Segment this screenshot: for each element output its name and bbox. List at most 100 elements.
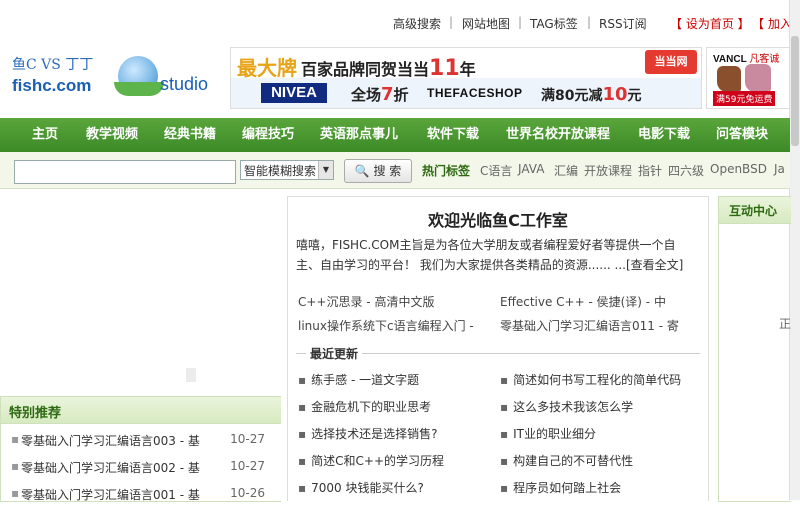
news-item[interactable]: ▪ 练手感 - 一道文字题	[298, 371, 419, 388]
intro-text: 嘻嘻，FISHC.COM主旨是为各位大学朋友或者编程爱好者等提供一个自主、自由学…	[296, 238, 676, 272]
add-favorite-link[interactable]: 【 加入	[752, 15, 792, 32]
news-item[interactable]: ▪ 简述C和C++的学习历程	[298, 452, 444, 469]
news-title: 练手感 - 一道文字题	[311, 373, 420, 387]
nav-item-english[interactable]: 英语那点事儿	[320, 118, 398, 152]
placeholder-mark	[186, 368, 196, 382]
news-title: 金融危机下的职业思考	[311, 400, 432, 414]
chevron-down-icon: ▼	[318, 161, 333, 179]
tag-ja[interactable]: Ja	[774, 162, 785, 176]
nav-item-books[interactable]: 经典书籍	[164, 118, 216, 152]
bullet-icon: ▪	[298, 454, 307, 468]
logo-studio: studio	[160, 74, 209, 94]
news-item[interactable]: ▪ 7000 块钱能买什么?	[298, 479, 424, 496]
nav-item-qa[interactable]: 问答模块	[716, 118, 768, 152]
special-recommend-panel: 特别推荐 ▪ 零基础入门学习汇编语言003 - 基 10-27 ▪ 零基础入门学…	[0, 396, 281, 502]
banner-ad[interactable]: 最大牌 百家品牌同贺当当11年 当当网 NIVEA 全场7折 THEFACESH…	[230, 47, 702, 109]
search-mode-select[interactable]: 智能模糊搜索 ▼	[240, 160, 334, 180]
news-item[interactable]: ▪ 构建自己的不可替代性	[500, 452, 633, 469]
bullet-icon: ▪	[298, 400, 307, 414]
search-input[interactable]	[14, 160, 236, 184]
search-button[interactable]: 🔍 搜 索	[344, 159, 412, 183]
boots-image	[717, 64, 775, 92]
tag-assembly[interactable]: 汇编	[554, 162, 578, 179]
featured-link[interactable]: 零基础入门学习汇编语言011 - 寄	[500, 317, 679, 334]
vancl-brand: VANCL 凡客诚	[713, 50, 779, 65]
hot-tags-label: 热门标签	[422, 164, 471, 178]
bullet-icon: ▪	[11, 432, 20, 446]
news-item[interactable]: ▪ 金融危机下的职业思考	[298, 398, 431, 415]
bullet-icon: ▪	[500, 454, 509, 468]
tag-java[interactable]: JAVA	[518, 162, 544, 176]
main-nav: 主页 教学视频 经典书籍 编程技巧 英语那点事儿 软件下载 世界名校开放课程 电…	[0, 118, 790, 152]
welcome-title: 欢迎光临鱼C工作室	[428, 211, 568, 230]
truncated-text: 正	[779, 317, 792, 331]
nav-item-open-courses[interactable]: 世界名校开放课程	[506, 118, 610, 152]
bullet-icon: ▪	[298, 427, 307, 441]
welcome-panel: 欢迎光临鱼C工作室 嘻嘻，FISHC.COM主旨是为各位大学朋友或者编程爱好者等…	[287, 196, 709, 501]
list-item[interactable]: ▪ 零基础入门学习汇编语言003 - 基 10-27	[11, 432, 271, 452]
tag-openbsd[interactable]: OpenBSD	[710, 162, 767, 176]
search-mode-value: 智能模糊搜索	[244, 164, 317, 178]
list-item-title[interactable]: 零基础入门学习汇编语言002 - 基	[21, 459, 200, 476]
news-item[interactable]: ▪ 简述如何书写工程化的简单代码	[500, 371, 681, 388]
tag-open-courses[interactable]: 开放课程	[584, 162, 632, 179]
interaction-center-header: 互动中心	[719, 197, 791, 224]
tag-c-language[interactable]: C语言	[480, 162, 512, 179]
news-item[interactable]: ▪ 这么多技术我该怎么学	[500, 398, 633, 415]
list-item-title[interactable]: 零基础入门学习汇编语言001 - 基	[21, 486, 200, 503]
news-title: 构建自己的不可替代性	[513, 454, 634, 468]
bullet-icon: ▪	[500, 481, 509, 495]
offer1-prefix: 全场	[351, 86, 382, 104]
featured-link[interactable]: linux操作系统下c语言编程入门 -	[298, 317, 474, 334]
news-title: 简述C和C++的学习历程	[311, 454, 445, 468]
nav-item-videos[interactable]: 教学视频	[86, 118, 138, 152]
tag-link[interactable]: TAG标签	[530, 15, 578, 32]
bullet-icon: ▪	[298, 373, 307, 387]
offer-rebate: 满80元减10元	[541, 84, 642, 105]
separator: |	[449, 15, 454, 29]
nav-item-movies[interactable]: 电影下载	[638, 118, 690, 152]
logo-domain: fishc.com	[12, 76, 92, 95]
bullet-icon: ▪	[11, 486, 20, 500]
separator: |	[518, 15, 523, 29]
dangdang-logo: 当当网	[645, 50, 697, 74]
interaction-center-panel: 互动中心 正	[718, 196, 791, 502]
nav-item-tips[interactable]: 编程技巧	[242, 118, 294, 152]
banner-brand: 最大牌	[237, 56, 297, 80]
set-homepage-link[interactable]: 【 设为首页 】	[670, 15, 750, 32]
news-item[interactable]: ▪ 选择技术还是选择销售?	[298, 425, 438, 442]
rss-link[interactable]: RSS订阅	[599, 15, 647, 32]
slogan-prefix: 百家品牌同贺当当	[301, 60, 430, 79]
faceshop-logo: THEFACESHOP	[427, 86, 523, 100]
advanced-search-link[interactable]: 高级搜索	[393, 15, 441, 32]
grass-icon	[114, 82, 164, 96]
list-item[interactable]: ▪ 零基础入门学习汇编语言002 - 基 10-27	[11, 459, 271, 479]
nav-item-downloads[interactable]: 软件下载	[427, 118, 479, 152]
bullet-icon: ▪	[500, 400, 509, 414]
separator: |	[587, 15, 592, 29]
vancl-ad[interactable]: VANCL 凡客诚 满59元免运费	[706, 47, 792, 109]
welcome-intro: 嘻嘻，FISHC.COM主旨是为各位大学朋友或者编程爱好者等提供一个自主、自由学…	[296, 235, 696, 275]
list-item[interactable]: ▪ 零基础入门学习汇编语言001 - 基 10-26	[11, 486, 271, 506]
read-more-link[interactable]: [查看全文]	[626, 258, 683, 272]
site-logo[interactable]: 鱼C VS 丁丁 fishc.com studio	[8, 48, 223, 108]
nivea-logo: NIVEA	[261, 83, 327, 103]
scrollbar-thumb[interactable]	[791, 36, 799, 146]
tag-cet[interactable]: 四六级	[668, 162, 704, 179]
site-map-link[interactable]: 网站地图	[462, 15, 510, 32]
tag-pointer[interactable]: 指针	[638, 162, 662, 179]
bullet-icon: ▪	[298, 481, 307, 495]
featured-link[interactable]: Effective C++ - 侯捷(译) - 中	[500, 293, 666, 310]
featured-link[interactable]: C++沉思录 - 高清中文版	[298, 293, 434, 310]
news-title: IT业的职业细分	[513, 427, 597, 441]
list-item-title[interactable]: 零基础入门学习汇编语言003 - 基	[21, 432, 200, 449]
news-item[interactable]: ▪ 程序员如何踏上社会	[500, 479, 621, 496]
news-item[interactable]: ▪ IT业的职业细分	[500, 425, 596, 442]
news-title: 简述如何书写工程化的简单代码	[513, 373, 682, 387]
latest-updates-title: 最近更新	[306, 345, 363, 362]
left-slideshow-area	[0, 196, 280, 388]
offer1-number: 7	[381, 84, 394, 105]
nav-item-home[interactable]: 主页	[32, 118, 58, 152]
interaction-center-title: 互动中心	[729, 204, 778, 218]
boot-brown	[717, 66, 741, 92]
